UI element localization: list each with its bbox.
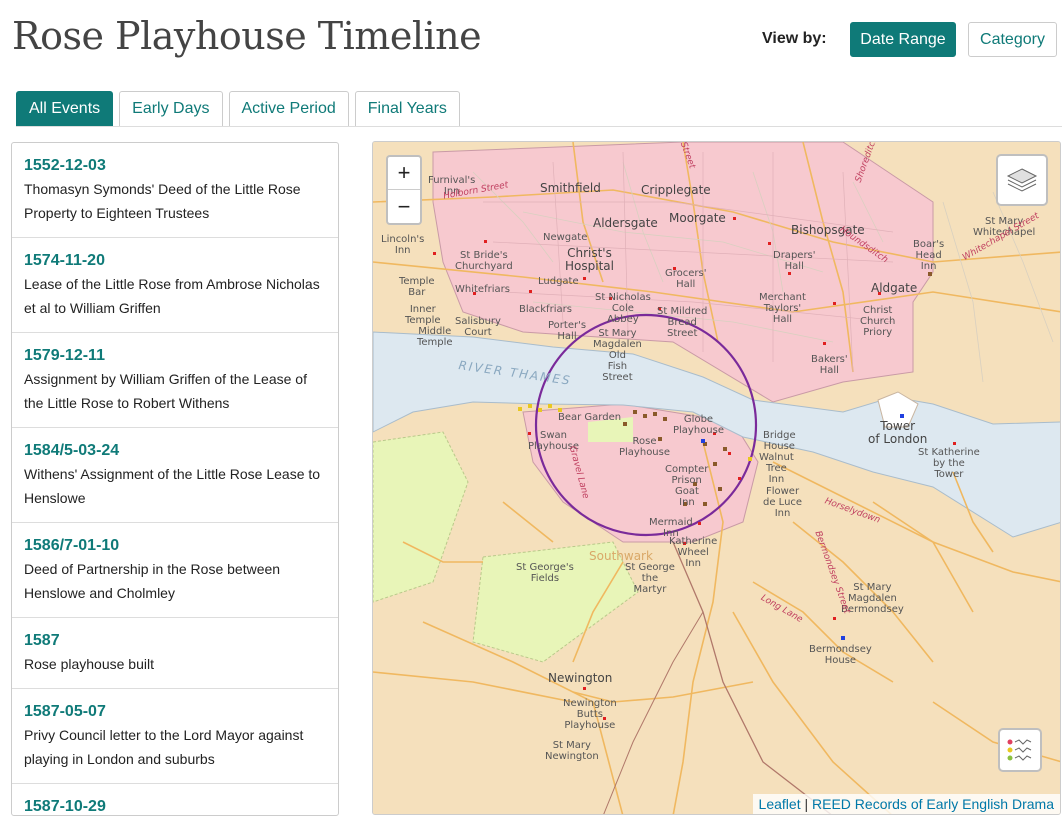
map-label-porters-hall: Porter's Hall <box>548 320 587 342</box>
layers-icon <box>1006 168 1038 192</box>
map-label-drapers-hall: Drapers' Hall <box>773 250 816 272</box>
map-label-st-nicholas: St Nicholas Cole Abbey <box>595 292 651 325</box>
map-label-newington-butts-playhouse: Newington Butts Playhouse <box>563 698 617 731</box>
event-description: Rose playhouse built <box>24 656 154 672</box>
reed-link[interactable]: REED Records of Early English Drama <box>812 796 1054 812</box>
map-label-flower-de-luce-inn: Flower de Luce Inn <box>763 486 803 519</box>
map-label-moorgate: Moorgate <box>669 211 726 225</box>
map-label-christ-church-priory: Christ Church Priory <box>860 305 896 338</box>
event-description: Lease of the Little Rose from Ambrose Ni… <box>24 276 320 316</box>
tab-divider <box>16 126 1062 127</box>
map-label-temple-bar: Temple Bar <box>399 276 435 298</box>
map-label-ludgate: Ludgate <box>538 276 579 287</box>
event-list[interactable]: 1552-12-03 Thomasyn Symonds' Deed of the… <box>11 142 339 816</box>
event-description: Privy Council letter to the Lord Mayor a… <box>24 727 304 767</box>
map-view[interactable]: Furnival's Inn Smithfield Cripplegate Ald… <box>372 141 1061 815</box>
map-label-compter-prison: Compter Prison <box>665 464 709 486</box>
map-label-christs-hospital: Christ's Hospital <box>565 246 614 273</box>
map-label-newgate: Newgate <box>543 232 588 243</box>
map-label-bakers-hall: Bakers' Hall <box>811 354 848 376</box>
map-label-lincolns-inn: Lincoln's Inn <box>381 234 425 256</box>
event-item[interactable]: 1587-05-07 Privy Council letter to the L… <box>12 689 338 784</box>
map-label-merchant-taylors: Merchant Taylors' Hall <box>759 292 806 325</box>
event-description: Withens' Assignment of the Little Rose L… <box>24 466 321 506</box>
map-label-aldersgate: Aldersgate <box>593 216 658 230</box>
event-item[interactable]: 1586/7-01-10 Deed of Partnership in the … <box>12 523 338 618</box>
map-label-st-katherine: St Katherine by the Tower <box>918 447 980 480</box>
event-date: 1587 <box>24 632 60 649</box>
map-label-rose-playhouse: Rose Playhouse <box>619 436 671 458</box>
event-item[interactable]: 1574-11-20 Lease of the Little Rose from… <box>12 238 338 333</box>
map-label-whitefriars: Whitefriars <box>455 284 510 295</box>
zoom-out-button[interactable]: − <box>388 190 420 223</box>
map-label-inner-temple: Inner Temple <box>405 304 441 326</box>
map-label-katherine-wheel-inn: Katherine Wheel Inn <box>669 536 718 569</box>
map-label-st-brides: St Bride's Churchyard <box>455 250 513 272</box>
period-tabs: All Events Early Days Active Period Fina… <box>16 91 460 127</box>
tab-all-events[interactable]: All Events <box>16 91 114 127</box>
zoom-in-button[interactable]: + <box>388 157 420 190</box>
event-date: 1587-10-29 <box>24 798 106 815</box>
map-label-grocers-hall: Grocers' Hall <box>665 268 707 290</box>
map-label-goat-inn: Goat Inn <box>675 486 699 508</box>
date-range-button[interactable]: Date Range <box>850 22 956 57</box>
leaflet-link[interactable]: Leaflet <box>759 796 801 812</box>
map-label-walnut-tree-inn: Walnut Tree Inn <box>759 452 794 485</box>
event-description: Deed of Partnership in the Rose between … <box>24 561 281 601</box>
map-label-blackfriars: Blackfriars <box>519 304 572 315</box>
map-label-boars-head-inn: Boar's Head Inn <box>913 239 945 272</box>
map-label-bermondsey-house: Bermondsey House <box>809 644 872 666</box>
attribution-separator: | <box>804 796 809 812</box>
event-description: Thomasyn Symonds' Deed of the Little Ros… <box>24 181 301 221</box>
event-item[interactable]: 1579-12-11 Assignment by William Griffen… <box>12 333 338 428</box>
map-label-newington: Newington <box>548 671 613 685</box>
map-label-st-george-the-martyr: St George the Martyr <box>625 562 675 595</box>
event-item[interactable]: 1587 Rose playhouse built <box>12 618 338 689</box>
category-button[interactable]: Category <box>968 22 1057 57</box>
event-date: 1584/5-03-24 <box>24 442 120 459</box>
map-label-st-mildred: St Mildred Bread Street <box>657 306 708 339</box>
page-title: Rose Playhouse Timeline <box>12 14 482 58</box>
event-description: Assignment by William Griffen of the Lea… <box>24 371 307 411</box>
map-label-st-mary-magdalen: St Mary Magdalen Old Fish Street <box>593 328 642 383</box>
event-item[interactable]: 1584/5-03-24 Withens' Assignment of the … <box>12 428 338 523</box>
tab-final-years[interactable]: Final Years <box>354 91 460 127</box>
event-date: 1586/7-01-10 <box>24 537 120 554</box>
zoom-control: + − <box>386 155 422 225</box>
view-by-label: View by: <box>762 30 827 47</box>
map-label-salisbury-court: Salisbury Court <box>455 316 501 338</box>
map-label-smithfield: Smithfield <box>540 181 601 195</box>
map-label-st-georges-fields: St George's Fields <box>516 562 574 584</box>
map-label-st-mary-newington: St Mary Newington <box>545 740 599 762</box>
map-label-bridge-house: Bridge House <box>763 430 796 452</box>
map-label-cripplegate: Cripplegate <box>641 183 711 197</box>
tab-active-period[interactable]: Active Period <box>228 91 349 127</box>
event-date: 1552-12-03 <box>24 157 106 174</box>
layers-button[interactable] <box>996 154 1048 206</box>
map-label-bear-garden: Bear Garden <box>558 412 622 423</box>
legend-button[interactable] <box>998 728 1042 772</box>
map-label-middle-temple: Middle Temple <box>417 326 453 348</box>
event-date: 1587-05-07 <box>24 703 106 720</box>
map-label-aldgate: Aldgate <box>871 281 918 295</box>
event-date: 1579-12-11 <box>24 347 105 364</box>
map-attribution: Leaflet | REED Records of Early English … <box>752 794 1060 814</box>
event-date: 1574-11-20 <box>24 252 105 269</box>
map-label-globe-playhouse: Globe Playhouse <box>673 414 725 436</box>
legend-icon <box>1007 739 1032 761</box>
tab-early-days[interactable]: Early Days <box>119 91 223 127</box>
event-item[interactable]: 1552-12-03 Thomasyn Symonds' Deed of the… <box>12 143 338 238</box>
map-label-tower-of-london: Tower of London <box>868 419 928 446</box>
event-item[interactable]: 1587-10-29 <box>12 784 338 815</box>
